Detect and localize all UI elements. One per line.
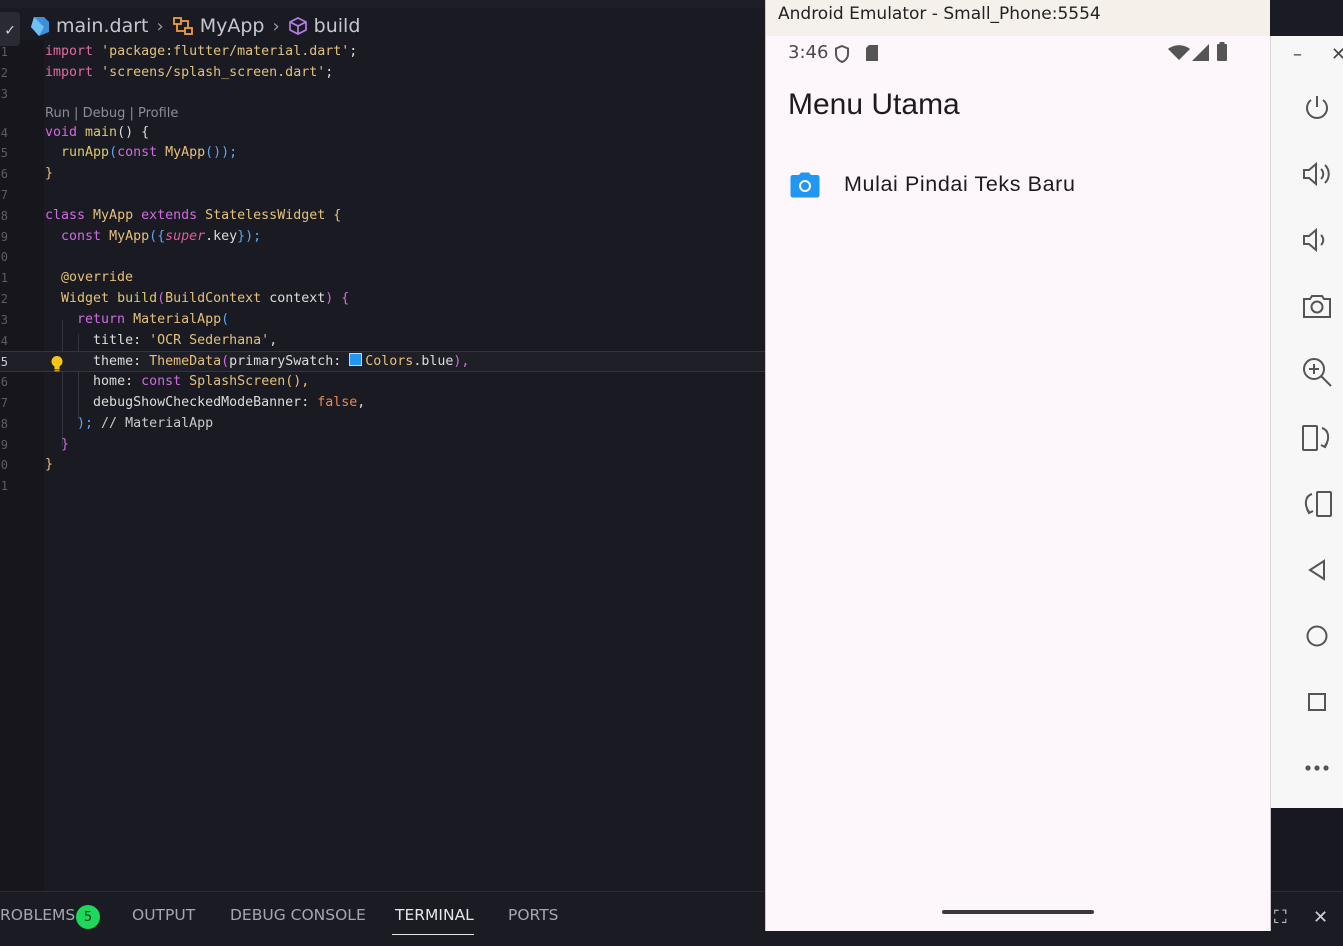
rotate-left-icon [1304,491,1332,517]
more-button[interactable] [1299,750,1335,786]
volume-down-button[interactable] [1299,222,1335,258]
rotate-right-button[interactable] [1299,420,1335,456]
code-line: 7 [0,187,8,202]
tab-output[interactable]: OUTPUT [132,906,195,924]
screenshot-button[interactable] [1299,288,1335,324]
code-line: 8 class MyApp extends StatelessWidget { [0,207,342,223]
minimize-icon[interactable]: – [1293,44,1302,65]
tab-terminal[interactable]: TERMINAL [395,906,474,924]
list-item-start-scan[interactable]: Mulai Pindai Teks Baru [766,162,1270,210]
lightbulb-icon[interactable] [50,355,64,373]
zoom-button[interactable] [1299,354,1335,390]
camera-icon [790,172,820,198]
home-icon [1306,625,1328,647]
code-line: 2 Widget build(BuildContext context) { [0,290,350,306]
rotate-right-icon [1302,425,1330,451]
gesture-nav-bar[interactable] [942,910,1094,914]
emulator-sidebar: – ✕ [1270,36,1343,808]
color-swatch-icon[interactable] [349,353,363,367]
active-tab-indicator [392,934,474,935]
zoom-in-icon [1303,358,1332,387]
volume-up-icon [1303,161,1330,187]
code-line: 1 [0,479,8,494]
check-icon[interactable]: ✓ [0,12,20,46]
phone-screen[interactable]: 3:46 Menu Utama Mulai Pindai Teks Baru [765,36,1271,931]
code-line: 2 import 'screens/splash_screen.dart'; [0,64,334,80]
shield-icon [835,44,849,64]
signal-icon [1192,44,1209,61]
overview-button[interactable] [1299,684,1335,720]
status-time: 3:46 [788,42,829,63]
close-icon[interactable]: ✕ [1331,44,1343,65]
wifi-icon [1168,45,1190,60]
overview-icon [1308,693,1326,711]
battery-icon [1217,42,1227,61]
status-bar: 3:46 [788,42,1258,68]
class-icon [172,17,193,35]
code-line: 7 debugShowCheckedModeBanner: false, [0,394,366,410]
code-line: 9 const MyApp({super.key}); [0,228,262,244]
code-line: 4 void main() { [0,125,150,141]
power-button[interactable] [1299,90,1335,126]
code-line-current: 5 theme: ThemeData(primarySwatch: Colors… [0,351,765,373]
background-strip [1270,0,1343,36]
breadcrumb-class[interactable]: MyApp [172,15,265,37]
code-line: 8 ); // MaterialApp [0,415,214,431]
chevron-right-icon: › [156,15,164,37]
rotate-left-button[interactable] [1299,486,1335,522]
code-line: 6} [0,166,54,182]
tab-ports[interactable]: PORTS [508,906,559,924]
code-line: 9 } [0,436,70,452]
code-line: 1 @override [0,270,134,286]
maximize-panel-icon[interactable]: ⛶ [1274,907,1287,928]
problems-count-badge: 5 [76,905,100,929]
breadcrumb-method[interactable]: build [288,15,361,37]
more-icon [1305,765,1329,771]
code-line: 4 title: 'OCR Sederhana', [0,332,278,348]
power-icon [1306,96,1328,119]
home-button[interactable] [1299,618,1335,654]
code-line: 0 [0,250,8,265]
dart-icon [31,17,49,36]
list-item-label: Mulai Pindai Teks Baru [844,172,1076,196]
method-cube-icon [288,17,307,35]
app-bar-title: Menu Utama [788,88,960,121]
back-icon [1308,559,1325,581]
emulator-bottom-edge [765,931,1270,945]
chevron-right-icon: › [272,15,280,37]
camera-icon [1303,295,1331,318]
emulator-window-title: Android Emulator - Small_Phone:5554 [778,4,1101,24]
tab-debug-console[interactable]: DEBUG CONSOLE [230,906,366,924]
code-line: 0} [0,457,54,473]
sd-card-icon [866,45,878,61]
code-area[interactable]: 1 import 'package:flutter/material.dart';… [0,42,765,497]
code-line: 6 home: const SplashScreen(), [0,374,310,390]
code-line: 3 [0,86,8,101]
code-line: 5 runApp(const MyApp()); [0,145,238,161]
tab-problems[interactable]: ROBLEMS [0,906,75,924]
close-panel-icon[interactable]: ✕ [1313,907,1328,928]
breadcrumb-class-label: MyApp [199,15,265,37]
breadcrumb: main.dart › MyApp › build [30,12,360,40]
breadcrumb-file-label: main.dart [56,15,149,37]
volume-up-button[interactable] [1299,156,1335,192]
volume-down-icon [1303,227,1325,253]
code-line: 3 return MaterialApp( [0,311,230,327]
emulator-title-bar[interactable]: Android Emulator - Small_Phone:5554 [765,0,1271,36]
breadcrumb-file[interactable]: main.dart [30,15,148,37]
back-button[interactable] [1299,552,1335,588]
code-line: 1 import 'package:flutter/material.dart'; [0,44,358,59]
breadcrumb-method-label: build [313,15,361,37]
